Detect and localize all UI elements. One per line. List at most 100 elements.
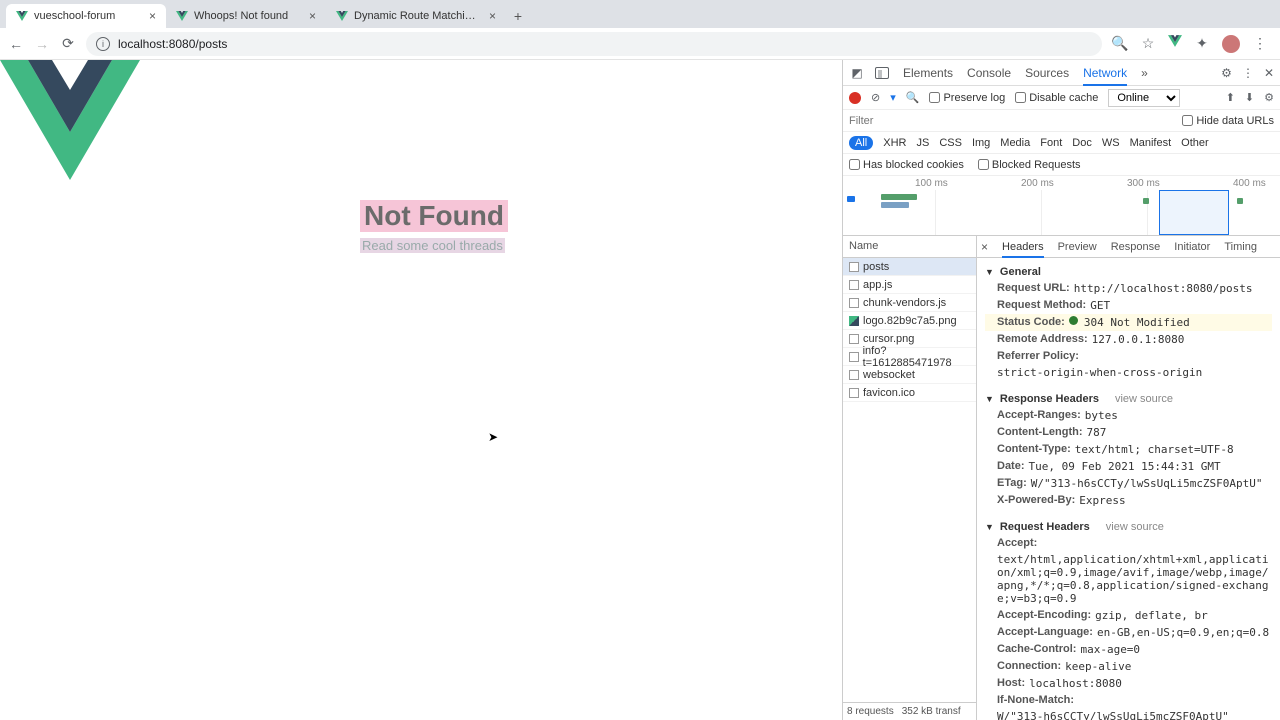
vue-icon [176, 10, 188, 22]
record-icon[interactable] [849, 92, 861, 104]
inspect-icon[interactable]: ◩ [849, 65, 865, 81]
vue-logo [0, 60, 140, 185]
close-icon[interactable]: × [309, 9, 316, 23]
section-toggle[interactable]: ▼ General [985, 266, 1272, 278]
search-icon[interactable]: 🔍 [906, 91, 920, 104]
tab-title: vueschool-forum [34, 10, 141, 22]
type-ws[interactable]: WS [1102, 137, 1120, 149]
tab-network[interactable]: Network [1083, 66, 1127, 86]
menu-icon[interactable]: ⋮ [1252, 36, 1268, 52]
section-toggle[interactable]: ▼Request Headersview source [985, 521, 1272, 533]
tab-preview[interactable]: Preview [1058, 241, 1097, 253]
header-value: localhost:8080 [1029, 677, 1122, 690]
request-row[interactable]: chunk-vendors.js [843, 294, 976, 312]
tab-elements[interactable]: Elements [903, 66, 953, 80]
request-row[interactable]: info?t=1612885471978 [843, 348, 976, 366]
view-source-link[interactable]: view source [1115, 393, 1173, 405]
disable-cache-checkbox[interactable]: Disable cache [1015, 92, 1098, 104]
section-title: General [1000, 266, 1041, 278]
preserve-log-checkbox[interactable]: Preserve log [929, 92, 1005, 104]
site-info-icon[interactable]: i [96, 37, 110, 51]
browser-tab[interactable]: Whoops! Not found × [166, 4, 326, 28]
extensions-icon[interactable]: ✦ [1194, 36, 1210, 52]
blocked-requests-checkbox[interactable]: Blocked Requests [978, 159, 1081, 171]
menu-icon[interactable]: ⋮ [1242, 66, 1254, 80]
network-extra-filters: Has blocked cookies Blocked Requests [843, 154, 1280, 176]
filter-toggle-icon[interactable]: ▾ [890, 91, 896, 104]
chevron-down-icon: ▼ [985, 267, 994, 277]
new-tab-button[interactable]: + [506, 4, 530, 28]
type-media[interactable]: Media [1000, 137, 1030, 149]
tabs-overflow-icon[interactable]: » [1141, 66, 1148, 80]
type-other[interactable]: Other [1181, 137, 1209, 149]
profile-avatar[interactable] [1222, 35, 1240, 53]
tab-title: Dynamic Route Matching with [354, 10, 481, 22]
bookmark-icon[interactable]: ☆ [1140, 36, 1156, 52]
settings-icon[interactable]: ⚙ [1264, 91, 1274, 104]
filter-input[interactable] [849, 115, 929, 127]
header-value: max-age=0 [1080, 643, 1140, 656]
header-value: W/"313-h6sCCTy/lwSsUqLi5mcZSF0AptU" [1031, 477, 1263, 490]
view-source-link[interactable]: view source [1106, 521, 1164, 533]
overview-tick: 100 ms [915, 178, 948, 189]
close-icon[interactable]: × [489, 9, 496, 23]
chevron-down-icon: ▼ [985, 522, 994, 532]
file-icon [849, 262, 859, 272]
tab-timing[interactable]: Timing [1224, 241, 1257, 253]
column-name[interactable]: Name [843, 236, 976, 258]
tab-console[interactable]: Console [967, 66, 1011, 80]
request-row[interactable]: posts [843, 258, 976, 276]
header-key: Date: [997, 460, 1025, 473]
network-type-filters: All XHR JS CSS Img Media Font Doc WS Man… [843, 132, 1280, 154]
type-font[interactable]: Font [1040, 137, 1062, 149]
blocked-cookies-checkbox[interactable]: Has blocked cookies [849, 159, 964, 171]
request-row[interactable]: logo.82b9c7a5.png [843, 312, 976, 330]
overview-bar [1143, 198, 1149, 204]
type-css[interactable]: CSS [939, 137, 962, 149]
network-overview[interactable]: 100 ms 200 ms 300 ms 400 ms [843, 176, 1280, 236]
type-js[interactable]: JS [916, 137, 929, 149]
type-doc[interactable]: Doc [1072, 137, 1092, 149]
tab-initiator[interactable]: Initiator [1174, 241, 1210, 253]
browser-tab[interactable]: Dynamic Route Matching with × [326, 4, 506, 28]
search-icon[interactable]: 🔍 [1112, 36, 1128, 52]
close-icon[interactable]: ✕ [1264, 66, 1274, 80]
close-icon[interactable]: × [149, 9, 156, 23]
header-key: Cache-Control: [997, 643, 1076, 656]
type-img[interactable]: Img [972, 137, 990, 149]
overview-selection[interactable] [1159, 190, 1229, 235]
section-request-headers: ▼Request Headersview source Accept:text/… [977, 513, 1280, 720]
type-all[interactable]: All [849, 136, 873, 150]
device-toolbar-icon[interactable] [875, 67, 889, 79]
url-input[interactable]: i localhost:8080/posts [86, 32, 1102, 56]
tab-headers[interactable]: Headers [1002, 241, 1044, 258]
browser-tab[interactable]: vueschool-forum × [6, 4, 166, 28]
request-list-footer: 8 requests 352 kB transf [843, 702, 976, 720]
tab-sources[interactable]: Sources [1025, 66, 1069, 80]
request-row[interactable]: websocket [843, 366, 976, 384]
file-icon [849, 370, 859, 380]
settings-icon[interactable]: ⚙ [1221, 66, 1232, 80]
forward-icon[interactable]: → [34, 36, 50, 52]
section-title: Response Headers [1000, 393, 1099, 405]
header-value: strict-origin-when-cross-origin [997, 366, 1202, 379]
export-icon[interactable]: ⬇ [1245, 91, 1254, 104]
close-icon[interactable]: × [981, 240, 988, 254]
disable-cache-label: Disable cache [1029, 92, 1098, 104]
throttling-select[interactable]: Online [1108, 89, 1180, 107]
page-subtitle-link[interactable]: Read some cool threads [360, 238, 505, 253]
request-row[interactable]: app.js [843, 276, 976, 294]
transfer-size: 352 kB transf [902, 706, 961, 717]
header-value: W/"313-h6sCCTy/lwSsUqLi5mcZSF0AptU" [997, 710, 1229, 720]
clear-icon[interactable]: ⊘ [871, 91, 880, 104]
type-manifest[interactable]: Manifest [1130, 137, 1172, 149]
hide-data-urls-checkbox[interactable]: Hide data URLs [1182, 115, 1274, 127]
section-toggle[interactable]: ▼Response Headersview source [985, 393, 1272, 405]
type-xhr[interactable]: XHR [883, 137, 906, 149]
vue-devtools-icon[interactable] [1168, 34, 1182, 53]
reload-icon[interactable]: ⟳ [60, 36, 76, 52]
tab-response[interactable]: Response [1111, 241, 1161, 253]
back-icon[interactable]: ← [8, 36, 24, 52]
request-row[interactable]: favicon.ico [843, 384, 976, 402]
import-icon[interactable]: ⬆ [1226, 91, 1235, 104]
